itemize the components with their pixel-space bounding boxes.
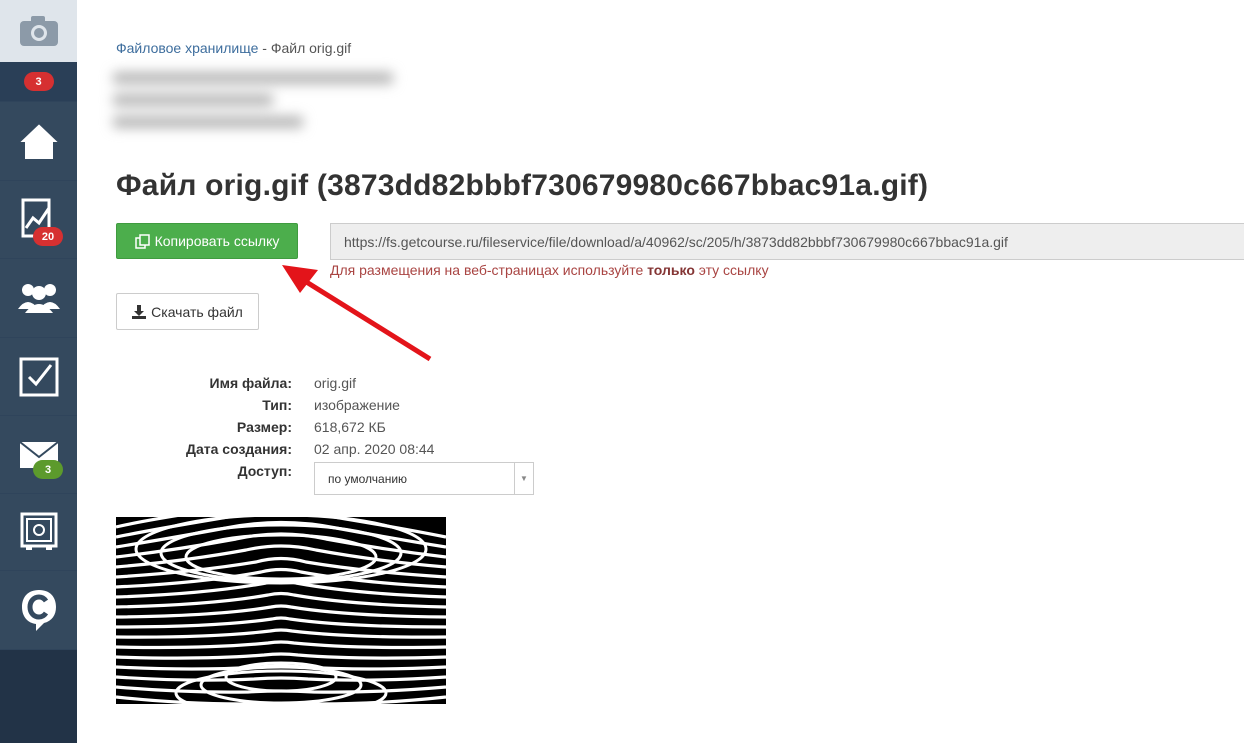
sidebar-item-analytics[interactable]: 20 <box>0 181 77 259</box>
users-icon <box>17 284 60 313</box>
notifications-badge: 3 <box>23 72 54 91</box>
copy-icon <box>134 233 150 249</box>
type-label: Тип: <box>262 397 292 413</box>
created-label: Дата создания: <box>186 441 292 457</box>
camera-icon <box>19 16 58 46</box>
sidebar: 3 20 3 <box>0 0 77 743</box>
download-file-button[interactable]: Скачать файл <box>116 293 259 330</box>
sidebar-item-chat[interactable] <box>0 571 77 650</box>
download-file-label: Скачать файл <box>151 303 243 320</box>
breadcrumb-current: Файл orig.gif <box>270 40 352 56</box>
file-url-input[interactable] <box>330 223 1244 260</box>
note-text-after: эту ссылку <box>694 262 769 278</box>
home-icon <box>17 121 60 159</box>
main-content: Файловое хранилище - Файл orig.gif Файл … <box>77 0 1244 743</box>
chat-logo-icon <box>21 590 56 631</box>
safe-icon <box>20 512 57 550</box>
link-usage-note: Для размещения на веб-страницах использу… <box>330 262 769 278</box>
size-label: Размер: <box>236 419 292 435</box>
blurred-info-block <box>113 72 413 142</box>
access-select[interactable]: по умолчанию ▼ <box>314 462 534 495</box>
file-preview-image <box>116 517 446 704</box>
sidebar-item-users[interactable] <box>0 259 77 338</box>
sidebar-item-camera[interactable] <box>0 0 77 62</box>
analytics-badge: 20 <box>33 227 63 246</box>
chevron-down-icon: ▼ <box>514 463 533 494</box>
page-title: Файл orig.gif (3873dd82bbbf730679980c667… <box>116 169 929 202</box>
filename-value: orig.gif <box>314 375 357 391</box>
download-icon <box>132 304 147 319</box>
copy-link-button[interactable]: Копировать ссылку <box>116 223 298 259</box>
note-text-bold: только <box>647 262 695 278</box>
optical-illusion-image <box>116 517 446 704</box>
note-text-before: Для размещения на веб-страницах использу… <box>330 262 648 278</box>
copy-link-label: Копировать ссылку <box>154 233 280 249</box>
access-label: Доступ: <box>237 463 292 479</box>
sidebar-item-safe[interactable] <box>0 494 77 571</box>
size-value: 618,672 КБ <box>314 419 386 435</box>
sidebar-item-tasks[interactable] <box>0 338 77 416</box>
breadcrumb-separator: - <box>262 40 267 56</box>
messages-badge: 3 <box>33 460 63 479</box>
breadcrumb: Файловое хранилище - Файл orig.gif <box>116 40 351 56</box>
breadcrumb-link-storage[interactable]: Файловое хранилище <box>116 40 258 56</box>
sidebar-notifications[interactable]: 3 <box>0 62 77 102</box>
type-value: изображение <box>314 397 400 413</box>
tasks-icon <box>19 357 58 396</box>
filename-label: Имя файла: <box>209 375 292 391</box>
sidebar-item-home[interactable] <box>0 102 77 181</box>
sidebar-item-messages[interactable]: 3 <box>0 416 77 494</box>
access-select-value: по умолчанию <box>328 471 408 486</box>
created-value: 02 апр. 2020 08:44 <box>314 441 435 457</box>
